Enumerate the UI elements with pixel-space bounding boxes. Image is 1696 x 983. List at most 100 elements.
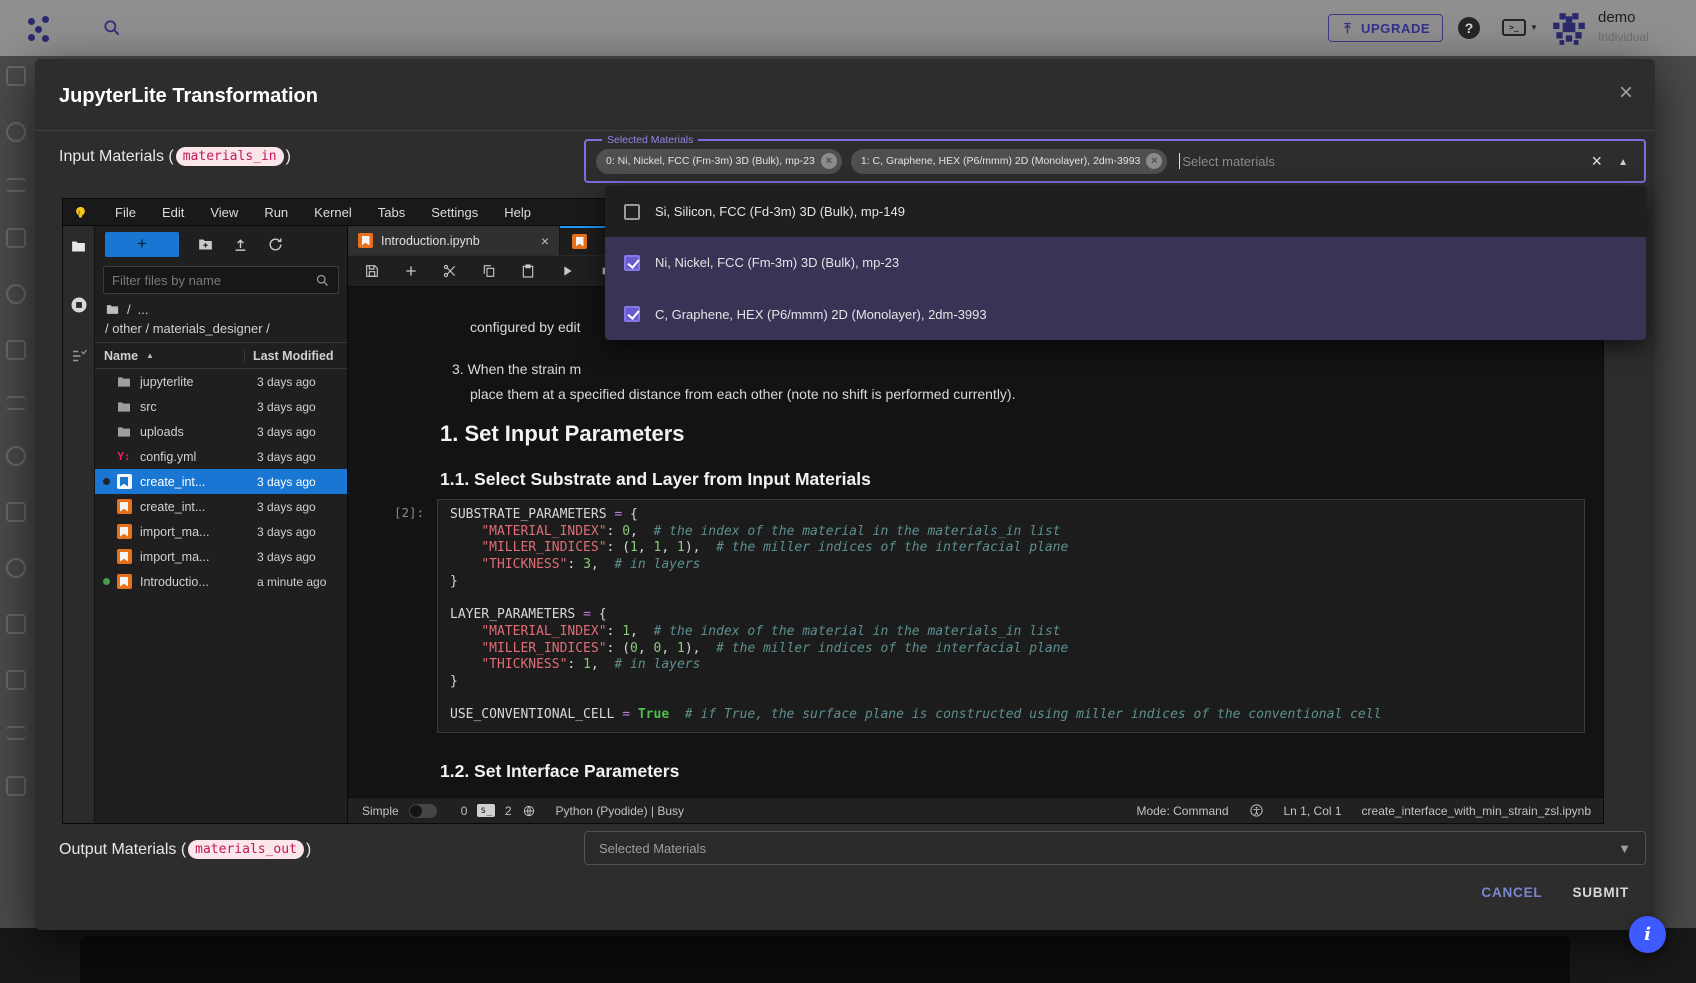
folder-icon	[116, 374, 132, 390]
input-materials-label: Input Materials ( materials_in )	[59, 147, 291, 166]
input-materials-prefix: Input Materials (	[59, 148, 174, 166]
chevron-up-icon[interactable]: ▲	[1618, 157, 1628, 168]
file-row[interactable]: import_ma... 3 days ago	[95, 519, 347, 544]
menu-item[interactable]: Help	[491, 205, 544, 220]
sidebar-icon	[6, 446, 26, 466]
app-sidebar	[6, 66, 34, 832]
upload-icon[interactable]	[232, 236, 249, 253]
search-icon	[315, 273, 330, 288]
close-tab-icon[interactable]: ×	[541, 233, 549, 249]
running-kernel-dot	[103, 578, 110, 585]
column-name[interactable]: Name ▲	[95, 349, 244, 363]
cursor-position[interactable]: Ln 1, Col 1	[1284, 804, 1342, 818]
cell-prompt: [2]:	[394, 505, 424, 520]
paste-icon[interactable]	[520, 263, 536, 279]
file-browser: +	[95, 226, 348, 823]
accessibility-icon[interactable]	[1249, 803, 1264, 818]
input-materials-suffix: )	[286, 148, 291, 166]
chip-remove-icon[interactable]: ×	[821, 153, 837, 169]
menu-item[interactable]: View	[197, 205, 251, 220]
material-option[interactable]: C, Graphene, HEX (P6/mmm) 2D (Monolayer)…	[605, 289, 1646, 340]
new-folder-icon[interactable]	[197, 236, 214, 253]
breadcrumb[interactable]: / ...	[95, 300, 347, 319]
column-last-modified[interactable]: Last Modified	[244, 349, 347, 363]
file-filter-input[interactable]	[112, 273, 315, 288]
refresh-icon[interactable]	[267, 236, 284, 253]
simple-mode-toggle[interactable]	[409, 804, 437, 818]
avatar[interactable]	[1550, 10, 1588, 48]
info-fab-button[interactable]: i	[1629, 916, 1666, 953]
run-icon[interactable]	[559, 263, 575, 279]
file-row[interactable]: uploads 3 days ago	[95, 419, 347, 444]
select-search-input[interactable]: Select materials	[1179, 153, 1274, 169]
tab-active-partial[interactable]	[560, 226, 606, 255]
terminal-badge: s_	[477, 804, 494, 817]
app-logo[interactable]	[26, 16, 52, 42]
console-menu[interactable]: >_ ▼	[1502, 19, 1538, 36]
selected-materials-select[interactable]: Selected Materials 0: Ni, Nickel, FCC (F…	[584, 139, 1646, 183]
lightbulb-icon[interactable]	[73, 205, 88, 220]
menu-item[interactable]: Kernel	[301, 205, 365, 220]
sort-asc-icon: ▲	[146, 351, 154, 360]
output-materials-select[interactable]: Selected Materials ▼	[584, 831, 1646, 865]
copy-icon[interactable]	[481, 263, 497, 279]
file-row[interactable]: create_int... 3 days ago	[95, 469, 347, 494]
cut-icon[interactable]	[442, 263, 458, 279]
notebook-content[interactable]: configured by edit 3. When the strain m …	[348, 287, 1603, 797]
file-row[interactable]: jupyterlite 3 days ago	[95, 369, 347, 394]
file-modified: 3 days ago	[251, 500, 347, 514]
checkbox-icon[interactable]	[624, 204, 640, 220]
search-icon[interactable]	[102, 18, 122, 38]
running-sessions-icon[interactable]	[69, 295, 89, 315]
file-name: create_int...	[140, 475, 251, 489]
kernel-status[interactable]: Python (Pyodide) | Busy	[556, 804, 685, 818]
breadcrumb-ellipsis[interactable]: ...	[138, 302, 149, 317]
menu-item[interactable]: Tabs	[365, 205, 418, 220]
upgrade-label: UPGRADE	[1361, 21, 1430, 36]
user-name[interactable]: demo	[1598, 9, 1636, 26]
select-placeholder: Select materials	[1182, 154, 1274, 169]
material-chip[interactable]: 0: Ni, Nickel, FCC (Fm-3m) 3D (Bulk), mp…	[596, 149, 842, 174]
file-list: jupyterlite 3 days ago	[95, 369, 347, 823]
checkbox-icon[interactable]	[624, 306, 640, 322]
table-of-contents-icon[interactable]	[70, 347, 88, 365]
file-row[interactable]: import_ma... 3 days ago	[95, 544, 347, 569]
file-filter[interactable]	[103, 266, 339, 294]
material-option[interactable]: Ni, Nickel, FCC (Fm-3m) 3D (Bulk), mp-23	[605, 237, 1646, 288]
file-row[interactable]: src 3 days ago	[95, 394, 347, 419]
clear-selection-icon[interactable]: ×	[1591, 152, 1602, 170]
new-launcher-button[interactable]: +	[105, 232, 179, 257]
upgrade-button[interactable]: UPGRADE	[1328, 14, 1443, 42]
material-chip[interactable]: 1: C, Graphene, HEX (P6/mmm) 2D (Monolay…	[851, 149, 1168, 174]
close-icon[interactable]: ×	[1619, 81, 1633, 105]
file-row[interactable]: create_int... 3 days ago	[95, 494, 347, 519]
sidebar-icon	[6, 614, 26, 634]
breadcrumb-path[interactable]: / other / materials_designer /	[95, 319, 347, 342]
menu-item[interactable]: Settings	[418, 205, 491, 220]
breadcrumb-root[interactable]: /	[127, 302, 131, 317]
help-icon[interactable]: ?	[1458, 17, 1480, 39]
file-row[interactable]: Introductio... a minute ago	[95, 569, 347, 594]
folder-icon	[116, 424, 132, 440]
checkbox-icon[interactable]	[624, 255, 640, 271]
tab-introduction[interactable]: Introduction.ipynb ×	[348, 226, 560, 255]
jupyter-statusbar: Simple 0 s_ 2 Python (Pyodide) | Busy Mo…	[348, 797, 1603, 823]
add-cell-icon[interactable]	[403, 263, 419, 279]
menu-item[interactable]: File	[102, 205, 149, 220]
file-browser-tab-icon[interactable]	[70, 238, 87, 255]
cancel-button[interactable]: CANCEL	[1481, 885, 1542, 900]
jupyterlite-transformation-dialog: JupyterLite Transformation × Input Mater…	[35, 59, 1655, 930]
save-icon[interactable]	[364, 263, 380, 279]
chip-remove-icon[interactable]: ×	[1146, 153, 1162, 169]
menu-item[interactable]: Run	[251, 205, 301, 220]
material-option[interactable]: Si, Silicon, FCC (Fd-3m) 3D (Bulk), mp-1…	[605, 186, 1646, 237]
file-row[interactable]: Y: config.yml 3 days ago	[95, 444, 347, 469]
menu-item[interactable]: Edit	[149, 205, 197, 220]
material-option-label: Si, Silicon, FCC (Fd-3m) 3D (Bulk), mp-1…	[655, 204, 905, 219]
modified-dot	[103, 478, 110, 485]
simple-mode-label: Simple	[362, 804, 399, 818]
background-panel	[80, 936, 1570, 983]
code-cell[interactable]: SUBSTRATE_PARAMETERS = { "MATERIAL_INDEX…	[437, 499, 1585, 733]
sidebar-icon	[6, 558, 26, 578]
submit-button[interactable]: SUBMIT	[1572, 885, 1629, 900]
